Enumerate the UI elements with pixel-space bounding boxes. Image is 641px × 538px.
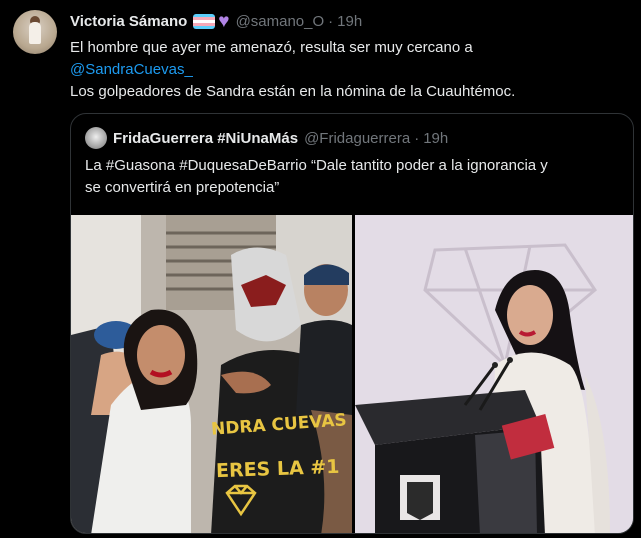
tweet-text-line: Los golpeadores de Sandra están en la nó… bbox=[70, 83, 516, 100]
diamond-icon bbox=[225, 484, 257, 517]
shirt-text-line: ERES LA #1 bbox=[215, 455, 340, 483]
media-grid: NDRA CUEVAS ERES LA #1 bbox=[71, 215, 633, 533]
photo-right-illustration bbox=[355, 215, 633, 533]
author-name[interactable]: Victoria Sámano bbox=[70, 13, 187, 30]
quoted-tweet-timestamp[interactable]: 19h bbox=[423, 130, 448, 147]
quoted-author-avatar[interactable] bbox=[85, 127, 107, 149]
author-handle[interactable]: @samano_O bbox=[236, 13, 325, 30]
transgender-flag-icon bbox=[193, 13, 216, 29]
media-photo-left[interactable]: NDRA CUEVAS ERES LA #1 bbox=[71, 215, 352, 533]
tweet-text-line: El hombre que ayer me amenazó, resulta s… bbox=[70, 39, 473, 56]
tweet-timestamp[interactable]: 19h bbox=[337, 13, 362, 30]
media-photo-right[interactable] bbox=[355, 215, 633, 533]
separator-dot: · bbox=[328, 12, 334, 30]
purple-heart-icon: ♥ bbox=[218, 10, 230, 32]
photo-left-illustration bbox=[71, 215, 352, 533]
quoted-tweet-header: FridaGuerrera #NiUnaMás @Fridaguerrera ·… bbox=[85, 127, 448, 149]
tweet-body: El hombre que ayer me amenazó, resulta s… bbox=[70, 37, 630, 103]
author-avatar[interactable] bbox=[13, 10, 57, 54]
tweet-header: Victoria Sámano ♥ @samano_O · 19h bbox=[70, 11, 362, 31]
quoted-author-handle[interactable]: @Fridaguerrera bbox=[304, 130, 410, 147]
separator-dot: · bbox=[414, 129, 420, 147]
quoted-author-name[interactable]: FridaGuerrera #NiUnaMás bbox=[113, 130, 298, 147]
quoted-tweet[interactable]: FridaGuerrera #NiUnaMás @Fridaguerrera ·… bbox=[70, 113, 634, 534]
mention-link[interactable]: @SandraCuevas_ bbox=[70, 61, 193, 78]
quoted-tweet-body: La #Guasona #DuquesaDeBarrio “Dale tanti… bbox=[85, 155, 625, 199]
quoted-text-line: se convertirá en prepotencia” bbox=[85, 179, 280, 196]
quoted-text-line: La #Guasona #DuquesaDeBarrio “Dale tanti… bbox=[85, 157, 548, 174]
